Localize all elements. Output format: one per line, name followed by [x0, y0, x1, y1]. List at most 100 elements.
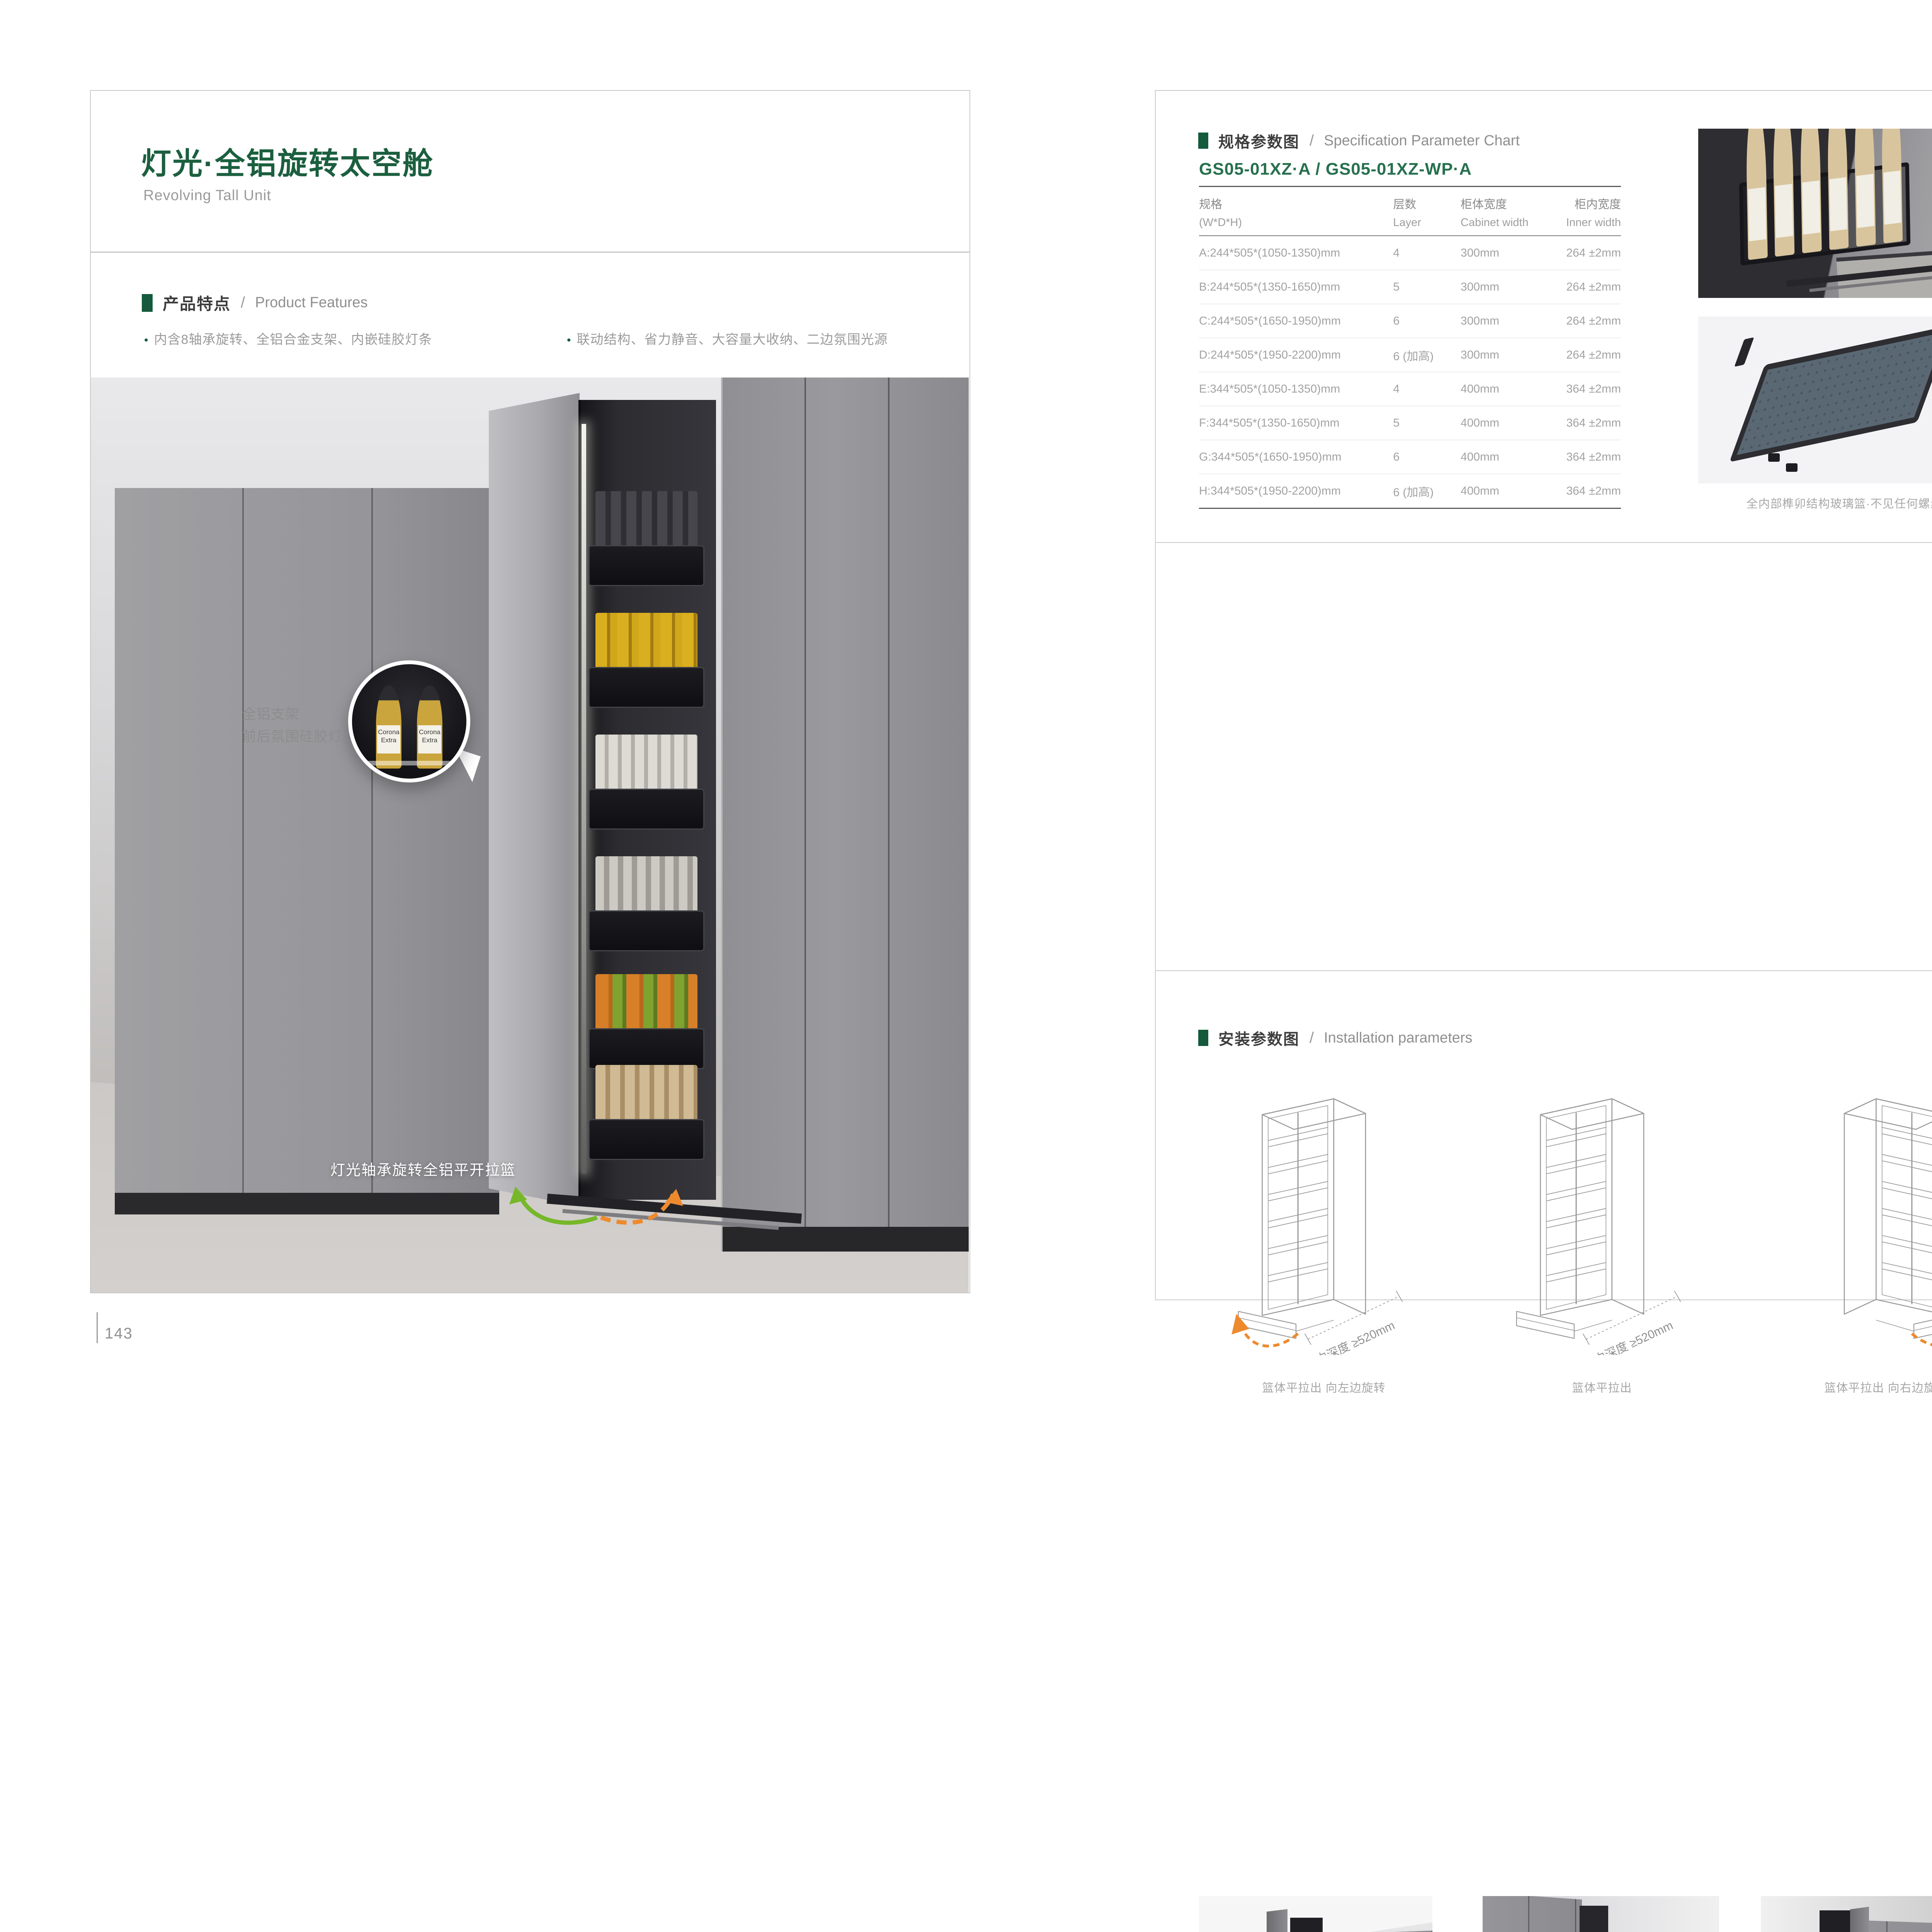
- page-subtitle: Revolving Tall Unit: [143, 187, 271, 204]
- shelf-basket: [588, 729, 704, 830]
- cabinets: [1483, 1896, 1582, 1932]
- clip-part: [1768, 453, 1780, 462]
- open-door-panel: [1267, 1909, 1287, 1932]
- table-row: F:344*505*(1350-1650)mm5400mm364 ±2mm: [1199, 406, 1621, 440]
- effect-photo-left-rotate: 向左旋转效果: [1199, 1896, 1432, 1932]
- glass-shelf: [361, 761, 457, 765]
- left-page-card: 灯光·全铝旋转太空舱 Revolving Tall Unit 产品特点 / Pr…: [90, 90, 970, 1293]
- tray-handle: [1734, 337, 1754, 367]
- open-door-panel: [489, 393, 580, 1206]
- callout-label: 全铝支架 前后氛围硅胶灯: [242, 703, 342, 748]
- rotate-arrows-icon: [506, 1170, 688, 1236]
- dimension-label: 柜内深度 ≥520mm: [1581, 1318, 1675, 1355]
- basket-frame: [588, 910, 704, 951]
- green-square-icon: [142, 294, 153, 312]
- right-page-card: 规格参数图 / Specification Parameter Chart GS…: [1155, 90, 1932, 1300]
- spec-heading-en: Specification Parameter Chart: [1324, 133, 1520, 149]
- pull-out-unit: [1820, 1910, 1850, 1932]
- feature-text: 内含8轴承旋转、全铝合金支架、内嵌硅胶灯条: [154, 332, 432, 347]
- bullet-dot-icon: •: [567, 334, 571, 347]
- bottle: Corona Extra: [376, 685, 401, 769]
- effect-photos-section: 向左旋转效果 篮体平拉出效果 向右旋转效果: [1156, 971, 1932, 1301]
- glass-basket-tray: [1730, 325, 1932, 462]
- feature-text: 联动结构、省力静音、大容量大收纳、二边氛围光源: [577, 332, 888, 347]
- shelf-items: [595, 491, 697, 549]
- shelf-basket: [588, 486, 704, 586]
- heading-separator: /: [1310, 132, 1314, 150]
- detail-callout-circle: Corona Extra Corona Extra: [348, 660, 470, 782]
- feature-bullet: • 联动结构、省力静音、大容量大收纳、二边氛围光源: [567, 329, 888, 348]
- table-header-cell: 规格(W*D*H): [1199, 195, 1393, 229]
- table-header-row: 规格(W*D*H) 层数Layer 柜体宽度Cabinet width 柜内宽度…: [1199, 187, 1621, 236]
- basket-frame: [588, 545, 704, 586]
- green-square-icon: [1198, 133, 1208, 149]
- spec-heading: 规格参数图 / Specification Parameter Chart: [1198, 129, 1520, 152]
- glass-basket: [1739, 162, 1911, 265]
- spec-photo-pullout: [1698, 129, 1932, 298]
- model-number: GS05-01XZ·A / GS05-01XZ-WP·A: [1199, 160, 1472, 179]
- table-header-cell: 层数Layer: [1393, 195, 1461, 229]
- table-header-cell: 柜体宽度Cabinet width: [1461, 195, 1545, 229]
- shelf-items: [595, 856, 697, 914]
- shelf-basket: [588, 607, 704, 708]
- bottle: [1799, 129, 1821, 253]
- page-number-rule: [97, 1312, 98, 1343]
- bullet-dot-icon: •: [144, 334, 149, 347]
- spec-section: 规格参数图 / Specification Parameter Chart GS…: [1156, 91, 1932, 543]
- page-number-left: 143: [97, 1312, 133, 1343]
- main-product-photo: Corona Extra Corona Extra 全铝支架 前后氛围硅胶灯 灯…: [91, 378, 969, 1293]
- diagram-caption: 篮体平拉出: [1505, 1378, 1699, 1395]
- pull-out-unit: [1290, 1918, 1323, 1932]
- cabinet-left: [115, 488, 499, 1214]
- diagram-caption: 篮体平拉出 向右边旋转: [1789, 1378, 1932, 1395]
- page-title: 灯光·全铝旋转太空舱: [141, 139, 434, 183]
- shelf-items: [595, 613, 697, 671]
- basket-frame: [588, 1119, 704, 1160]
- effect-photo-pullout: 篮体平拉出效果: [1483, 1896, 1719, 1932]
- product-features-heading: 产品特点 / Product Features: [142, 291, 368, 315]
- table-row: A:244*505*(1050-1350)mm4300mm264 ±2mm: [1199, 236, 1621, 270]
- led-light-strip: [582, 424, 586, 1173]
- spec-photo-basket: [1698, 316, 1932, 483]
- shelf-items: [595, 974, 697, 1032]
- bottle: [1827, 129, 1849, 250]
- spec-heading-zh: 规格参数图: [1218, 129, 1299, 152]
- dimension-label: 柜内深度 ≥520mm: [1303, 1318, 1397, 1355]
- table-row: B:244*505*(1350-1650)mm5300mm264 ±2mm: [1199, 270, 1621, 304]
- clip-part: [1786, 463, 1798, 472]
- spec-table: 规格(W*D*H) 层数Layer 柜体宽度Cabinet width 柜内宽度…: [1199, 186, 1621, 509]
- table-row: G:344*505*(1650-1950)mm6400mm364 ±2mm: [1199, 440, 1621, 474]
- bottle: [1772, 129, 1794, 257]
- bottle-label: Corona Extra: [377, 725, 401, 753]
- basket-frame: [588, 789, 704, 830]
- table-row: C:244*505*(1650-1950)mm6300mm264 ±2mm: [1199, 304, 1621, 338]
- shelf-items: [595, 735, 697, 793]
- feature-bullet: • 内含8轴承旋转、全铝合金支架、内嵌硅胶灯条: [144, 329, 432, 348]
- heading-separator: /: [241, 294, 245, 311]
- bottle: [1881, 129, 1903, 243]
- bottle-label: Corona Extra: [418, 725, 442, 753]
- table-row: H:344*505*(1950-2200)mm6 (加高)400mm364 ±2…: [1199, 474, 1621, 509]
- installation-section: 安装参数图 / Installation parameters 柜内深度 ≥52…: [1156, 543, 1932, 971]
- basket-frame: [588, 667, 704, 708]
- bottle: [1854, 129, 1876, 247]
- bottle: [1745, 129, 1767, 260]
- table-header-cell: 柜内宽度Inner width: [1545, 195, 1621, 229]
- diagram-caption: 篮体平拉出 向左边旋转: [1227, 1378, 1420, 1395]
- features-heading-en: Product Features: [255, 294, 367, 311]
- cabinet-right: [721, 378, 969, 1252]
- bottle: Corona Extra: [417, 685, 442, 769]
- table-row: D:244*505*(1950-2200)mm6 (加高)300mm264 ±2…: [1199, 338, 1621, 372]
- effect-photo-right-rotate: 向右旋转效果: [1761, 1896, 1932, 1932]
- shelf-basket: [588, 851, 704, 951]
- shelf-items: [595, 1065, 697, 1123]
- open-door-panel: [1850, 1907, 1869, 1932]
- shelf-basket: [588, 1060, 704, 1160]
- shelf-basket: [588, 969, 704, 1069]
- pull-out-unit: [1580, 1906, 1611, 1932]
- title-divider: [91, 252, 969, 253]
- page-number-text: 143: [105, 1325, 133, 1343]
- features-heading-zh: 产品特点: [163, 291, 231, 315]
- photo-annotation: 灯光轴承旋转全铝平开拉篮: [330, 1158, 516, 1179]
- spec-photo-caption: 全内部榫卯结构玻璃篮·不见任何螺丝: [1698, 494, 1932, 511]
